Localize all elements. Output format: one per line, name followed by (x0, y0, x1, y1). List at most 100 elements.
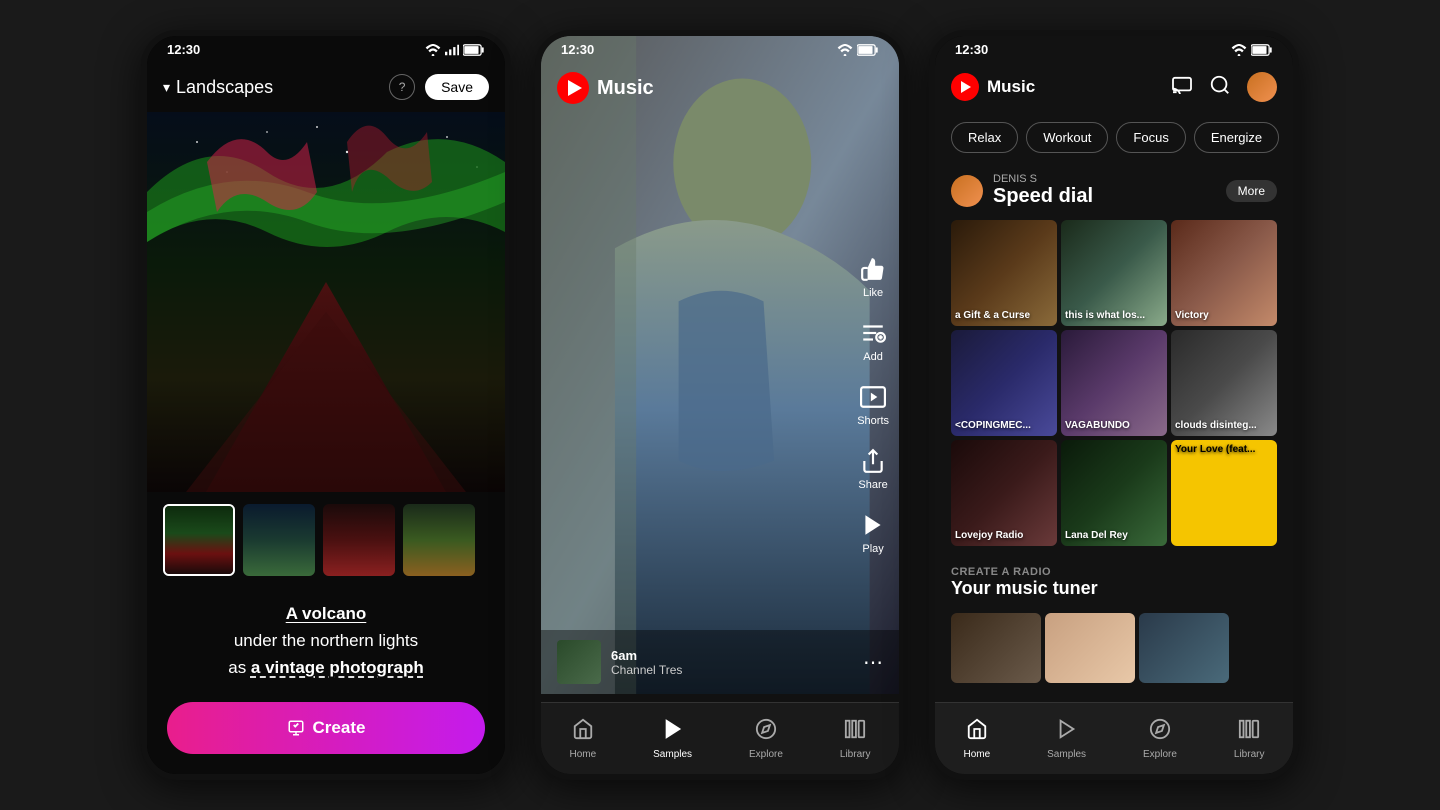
thumbnail-4[interactable] (403, 504, 475, 576)
thumbnail-3[interactable] (323, 504, 395, 576)
library-icon-2 (844, 718, 866, 746)
grid-label-3: Victory (1175, 310, 1209, 322)
mood-focus[interactable]: Focus (1116, 122, 1185, 153)
save-button[interactable]: Save (425, 74, 489, 100)
help-button[interactable]: ? (389, 74, 415, 100)
section-meta: DENIS S Speed dial (993, 173, 1093, 208)
radio-label: CREATE A RADIO (951, 566, 1277, 578)
nav-explore-label-2: Explore (749, 749, 783, 760)
home-icon-2 (572, 718, 594, 746)
grid-label-8: Lana Del Rey (1065, 530, 1128, 542)
explore-icon-3 (1149, 718, 1171, 746)
np-artist: Channel Tres (611, 663, 682, 677)
phone-1-ai-image: 12:30 ▾ Landscapes ? Save (141, 30, 511, 780)
prompt-line3: as a vintage photograph (228, 658, 424, 677)
library-icon-3 (1238, 718, 1260, 746)
grid-thumb-8: Lana Del Rey (1061, 440, 1167, 546)
thumbs-up-icon (860, 256, 886, 282)
status-time-3: 12:30 (955, 42, 988, 57)
like-action[interactable]: Like (859, 255, 887, 299)
grid-thumb-2: this is what los... (1061, 220, 1167, 326)
samples-icon-3 (1056, 718, 1078, 746)
shorts-label: Shorts (857, 415, 889, 427)
user-avatar (951, 175, 983, 207)
share-icon (859, 447, 887, 475)
speed-dial-grid: a Gift & a Curse this is what los... Vic… (935, 212, 1293, 554)
music-label: Music (597, 77, 654, 100)
nav-explore-3[interactable]: Explore (1143, 718, 1177, 760)
more-button[interactable]: More (1226, 180, 1277, 202)
grid-item-7[interactable]: Lovejoy Radio (951, 440, 1057, 546)
radio-thumb-1[interactable] (951, 613, 1041, 683)
grid-item-4[interactable]: <COPINGMEC... (951, 330, 1057, 436)
nav-explore-2[interactable]: Explore (749, 718, 783, 760)
like-icon (859, 255, 887, 283)
np-more-button[interactable]: ⋯ (863, 650, 883, 675)
nav-home-label-3: Home (963, 749, 990, 760)
nav-samples-label-3: Samples (1047, 749, 1086, 760)
create-label: Create (313, 718, 366, 738)
wifi-icon-2 (837, 44, 853, 56)
add-label: Add (863, 351, 883, 363)
radio-thumb-3[interactable] (1139, 613, 1229, 683)
cast-icon[interactable] (1171, 76, 1193, 99)
status-bar-1: 12:30 (147, 36, 505, 63)
explore-icon-2 (755, 718, 777, 746)
user-avatar-header[interactable] (1247, 72, 1277, 102)
prompt-line2: under the northern lights (234, 631, 418, 650)
phone-2-video: 12:30 (535, 30, 905, 780)
grid-item-1[interactable]: a Gift & a Curse (951, 220, 1057, 326)
battery-icon-2 (857, 44, 879, 56)
grid-item-5[interactable]: VAGABUNDO (1061, 330, 1167, 436)
mood-energize[interactable]: Energize (1194, 122, 1279, 153)
shorts-icon (859, 383, 887, 411)
nav-samples-3[interactable]: Samples (1047, 718, 1086, 760)
radio-title: Your music tuner (951, 578, 1277, 599)
create-button[interactable]: Create (167, 702, 485, 754)
nav-library-label-3: Library (1234, 749, 1265, 760)
shorts-action[interactable]: Shorts (857, 383, 889, 427)
status-icons-3 (1231, 44, 1273, 56)
nav-home-2[interactable]: Home (569, 718, 596, 760)
nav-samples-2[interactable]: Samples (653, 718, 692, 760)
mood-relax[interactable]: Relax (951, 122, 1018, 153)
grid-item-6[interactable]: clouds disinteg... (1171, 330, 1277, 436)
yt-logo-small (951, 73, 979, 101)
main-image (147, 112, 505, 492)
bottom-nav-3: Home Samples Explore Library (935, 702, 1293, 774)
add-playlist-icon (860, 320, 886, 346)
nav-library-3[interactable]: Library (1234, 718, 1265, 760)
grid-thumb-9: Your Love (feat... (1171, 440, 1277, 546)
radio-thumb-2[interactable] (1045, 613, 1135, 683)
play-label: Play (862, 543, 883, 555)
grid-item-9[interactable]: Your Love (feat... (1171, 440, 1277, 546)
header-left: ▾ Landscapes (163, 77, 273, 98)
signal-icon (445, 44, 459, 56)
grid-thumb-7: Lovejoy Radio (951, 440, 1057, 546)
grid-item-3[interactable]: Victory (1171, 220, 1277, 326)
prompt-text: A volcano under the northern lights as a… (171, 600, 481, 682)
add-action[interactable]: Add (859, 319, 887, 363)
mood-workout[interactable]: Workout (1026, 122, 1108, 153)
home-icon-3 (966, 718, 988, 746)
grid-thumb-6: clouds disinteg... (1171, 330, 1277, 436)
thumbnail-1[interactable] (163, 504, 235, 576)
nav-home-3[interactable]: Home (963, 718, 990, 760)
header-actions (1171, 72, 1277, 102)
np-title: 6am (611, 648, 682, 663)
prompt-area: A volcano under the northern lights as a… (147, 588, 505, 690)
status-time-1: 12:30 (167, 42, 200, 57)
search-icon[interactable] (1209, 74, 1231, 101)
grid-thumb-5: VAGABUNDO (1061, 330, 1167, 436)
grid-item-2[interactable]: this is what los... (1061, 220, 1167, 326)
wifi-icon (425, 44, 441, 56)
thumbnail-2[interactable] (243, 504, 315, 576)
play-action[interactable]: Play (859, 511, 887, 555)
chevron-down-icon[interactable]: ▾ (163, 79, 170, 96)
grid-item-8[interactable]: Lana Del Rey (1061, 440, 1167, 546)
nav-library-2[interactable]: Library (840, 718, 871, 760)
share-action[interactable]: Share (858, 447, 887, 491)
header-title: Landscapes (176, 77, 273, 98)
np-info: 6am Channel Tres (611, 648, 682, 677)
section-title: Speed dial (993, 185, 1093, 208)
